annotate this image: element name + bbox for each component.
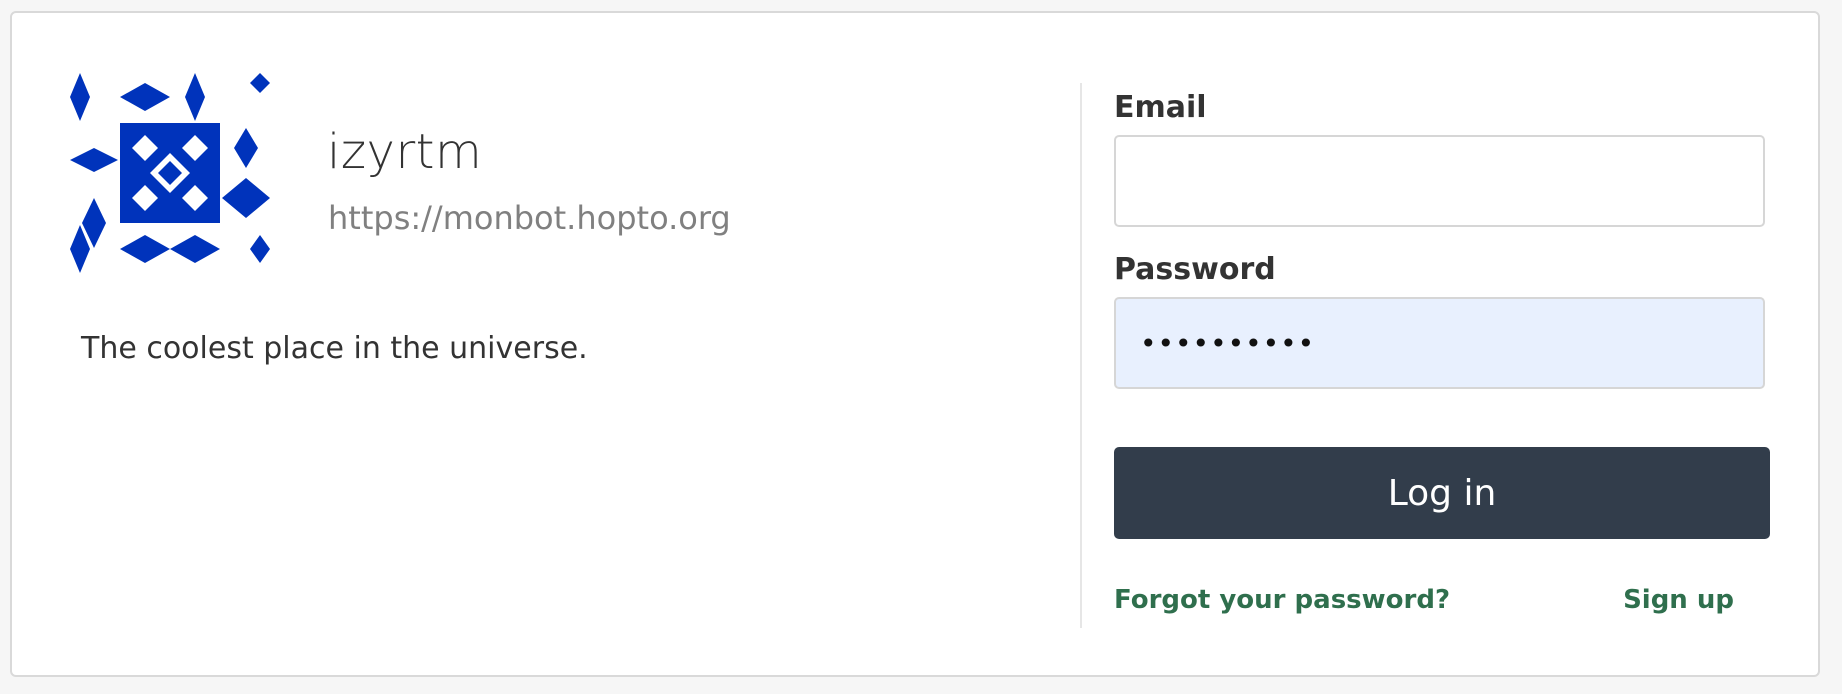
email-label: Email: [1114, 90, 1207, 125]
site-name: izyrtm: [327, 124, 483, 180]
sign-up-link[interactable]: Sign up: [1623, 587, 1734, 613]
login-button[interactable]: Log in: [1114, 447, 1770, 539]
site-url: https://monbot.hopto.org: [328, 199, 731, 237]
password-field[interactable]: [1114, 297, 1765, 389]
forgot-password-link[interactable]: Forgot your password?: [1114, 587, 1450, 613]
login-card: izyrtm https://monbot.hopto.org The cool…: [10, 11, 1820, 677]
password-label: Password: [1114, 252, 1276, 287]
email-field[interactable]: [1114, 135, 1765, 227]
site-description: The coolest place in the universe.: [81, 331, 588, 366]
identicon-avatar: [70, 73, 270, 273]
vertical-divider: [1080, 83, 1082, 628]
